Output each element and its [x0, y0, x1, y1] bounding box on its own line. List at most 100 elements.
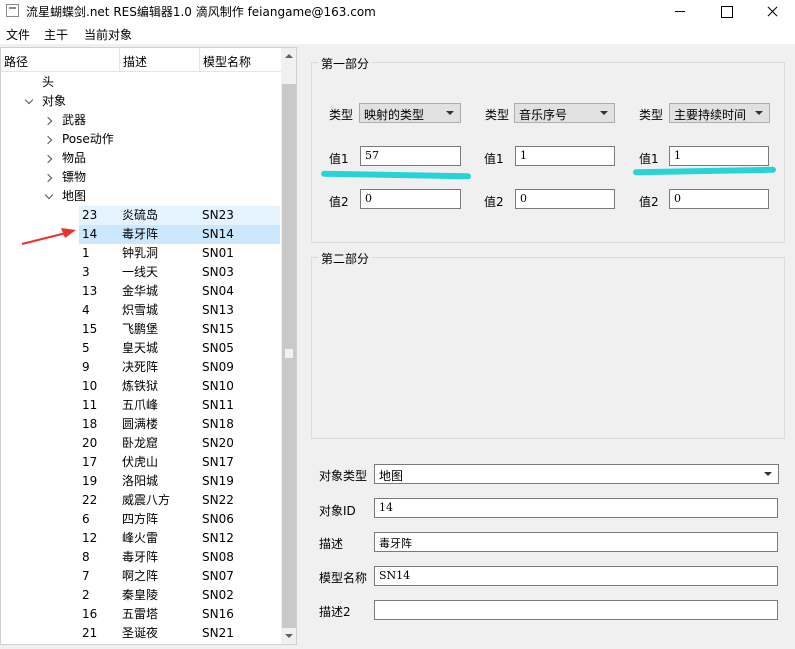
- table-row[interactable]: 20 卧龙窟 SN20: [79, 434, 280, 453]
- select-value: 音乐序号: [519, 108, 568, 122]
- table-row[interactable]: 3 一线天 SN03: [79, 263, 280, 282]
- row-id: 2: [82, 588, 90, 602]
- table-row[interactable]: 4 炽雪城 SN13: [79, 301, 280, 320]
- table-row[interactable]: 16 五雷塔 SN16: [79, 605, 280, 624]
- menu-trunk[interactable]: 主干: [44, 26, 68, 43]
- part1-col3-val2-field[interactable]: 0: [669, 189, 769, 209]
- part1-col3-val1-field[interactable]: 1: [669, 146, 769, 166]
- object-id-field[interactable]: 14: [374, 498, 778, 518]
- row-desc: 圣诞夜: [122, 626, 159, 640]
- minimize-icon[interactable]: [657, 0, 703, 22]
- table-row[interactable]: 1 钟乳洞 SN01: [79, 244, 280, 263]
- row-id: 19: [82, 474, 98, 488]
- table-row[interactable]: 8 毒牙阵 SN08: [79, 548, 280, 567]
- row-desc: 金华城: [122, 284, 159, 298]
- menu-current-object[interactable]: 当前对象: [84, 26, 132, 43]
- table-row[interactable]: 6 四方阵 SN06: [79, 510, 280, 529]
- part1-col3-val1-label: 值1: [639, 152, 659, 166]
- table-row[interactable]: 23 炎硫岛 SN23: [79, 206, 280, 225]
- row-id: 21: [82, 626, 98, 640]
- table-row[interactable]: 17 伏虎山 SN17: [79, 453, 280, 472]
- column-model[interactable]: 模型名称: [203, 53, 251, 70]
- row-id: 7: [82, 569, 90, 583]
- column-desc[interactable]: 描述: [123, 53, 147, 70]
- chevron-down-icon[interactable]: [45, 193, 53, 201]
- tree-header: 路径 描述 模型名称: [1, 48, 281, 72]
- table-row[interactable]: 12 峰火雷 SN12: [79, 529, 280, 548]
- row-desc: 一线天: [122, 265, 159, 279]
- chevron-right-icon[interactable]: [45, 136, 53, 144]
- select-value: 主要持续时间: [674, 108, 747, 122]
- row-id: 1: [82, 246, 90, 260]
- menu-file[interactable]: 文件: [6, 26, 30, 43]
- chevron-down-icon: [755, 111, 763, 115]
- table-row[interactable]: 2 秦皇陵 SN02: [79, 586, 280, 605]
- object-desc-field[interactable]: 毒牙阵: [374, 532, 778, 552]
- part1-col1-type-select[interactable]: 映射的类型: [359, 103, 461, 123]
- table-row[interactable]: 5 皇天城 SN05: [79, 339, 280, 358]
- part1-col2-type-select[interactable]: 音乐序号: [514, 103, 615, 123]
- table-row[interactable]: 18 圆满楼 SN18: [79, 415, 280, 434]
- tree-node-head[interactable]: 头: [42, 73, 54, 92]
- row-model: SN09: [202, 360, 234, 374]
- row-model: SN14: [202, 227, 234, 241]
- object-tree[interactable]: 路径 描述 模型名称 头 对象 武器 Pose动作 物品 镖物 地图 23 炎硫岛…: [0, 47, 297, 645]
- chevron-right-icon[interactable]: [45, 155, 53, 163]
- table-row[interactable]: 10 炼铁狱 SN10: [79, 377, 280, 396]
- window-title: 流星蝴蝶剑.net RES编辑器1.0 滴风制作 feiangame@163.c…: [26, 5, 376, 19]
- row-id: 10: [82, 379, 98, 393]
- chevron-down-icon[interactable]: [25, 98, 33, 106]
- row-desc: 飞鹏堡: [122, 322, 159, 336]
- chevron-right-icon[interactable]: [45, 117, 53, 125]
- object-type-select[interactable]: 地图: [374, 464, 779, 484]
- column-path[interactable]: 路径: [4, 53, 28, 70]
- row-desc: 毒牙阵: [122, 227, 159, 241]
- row-desc: 五爪峰: [122, 398, 159, 412]
- row-model: SN12: [202, 531, 234, 545]
- table-row[interactable]: 15 飞鹏堡 SN15: [79, 320, 280, 339]
- table-row[interactable]: 19 洛阳城 SN19: [79, 472, 280, 491]
- row-desc: 威震八方: [122, 493, 171, 507]
- column-divider[interactable]: [199, 48, 200, 72]
- part1-col2-val2-field[interactable]: 0: [515, 189, 615, 209]
- chevron-right-icon[interactable]: [45, 174, 53, 182]
- part1-col1-val2-field[interactable]: 0: [360, 189, 461, 209]
- part1-col3-type-select[interactable]: 主要持续时间: [669, 103, 770, 123]
- part2-title: 第二部分: [318, 250, 373, 267]
- maximize-icon[interactable]: [703, 0, 749, 22]
- scroll-up-icon[interactable]: [281, 48, 296, 64]
- row-model: SN01: [202, 246, 234, 260]
- table-row[interactable]: 11 五爪峰 SN11: [79, 396, 280, 415]
- close-icon[interactable]: [749, 0, 795, 22]
- part1-col3-type-label: 类型: [639, 108, 664, 122]
- part1-col1-val1-field[interactable]: 57: [360, 146, 461, 166]
- table-row[interactable]: 13 金华城 SN04: [79, 282, 280, 301]
- menu-bar: 文件 主干 当前对象: [0, 22, 795, 44]
- part1-title: 第一部分: [318, 55, 373, 72]
- column-divider[interactable]: [119, 48, 120, 72]
- table-row[interactable]: 21 圣诞夜 SN21: [79, 624, 280, 643]
- object-model-field[interactable]: SN14: [374, 566, 778, 586]
- object-desc2-field[interactable]: [374, 600, 778, 620]
- table-row[interactable]: 22 威震八方 SN22: [79, 491, 280, 510]
- part1-col2-val2-label: 值2: [484, 195, 504, 209]
- row-desc: 啊之阵: [122, 569, 159, 583]
- row-model: SN13: [202, 303, 234, 317]
- row-id: 15: [82, 322, 98, 336]
- part1-col2-val1-field[interactable]: 1: [515, 146, 615, 166]
- table-row[interactable]: 14 毒牙阵 SN14: [79, 225, 280, 244]
- row-desc: 五雷塔: [122, 607, 159, 621]
- tree-scrollbar[interactable]: [281, 48, 296, 644]
- table-row[interactable]: 7 啊之阵 SN07: [79, 567, 280, 586]
- scroll-down-icon[interactable]: [281, 628, 296, 644]
- table-row[interactable]: 9 决死阵 SN09: [79, 358, 280, 377]
- row-desc: 炎硫岛: [122, 208, 159, 222]
- row-desc: 钟乳洞: [122, 246, 159, 260]
- row-desc: 伏虎山: [122, 455, 159, 469]
- row-desc: 卧龙窟: [122, 436, 159, 450]
- row-id: 4: [82, 303, 90, 317]
- scrollbar-thumb[interactable]: [282, 84, 296, 628]
- row-id: 3: [82, 265, 90, 279]
- row-id: 13: [82, 284, 98, 298]
- app-icon: [6, 4, 19, 17]
